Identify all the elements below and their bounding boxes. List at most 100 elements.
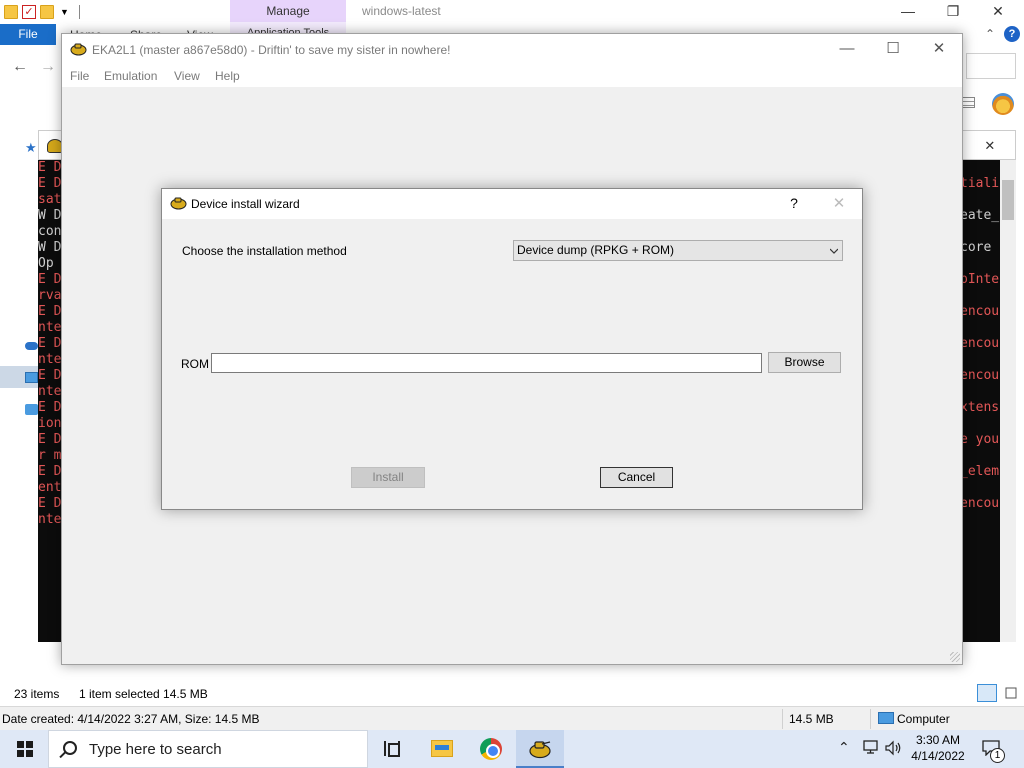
zone-label: Computer (897, 712, 950, 726)
console-line: encou (960, 304, 1000, 319)
large-icons-view-icon[interactable] (1003, 684, 1019, 702)
console-line: E D (38, 464, 62, 479)
scrollbar-thumb[interactable] (1002, 180, 1014, 220)
clock-date: 4/14/2022 (911, 749, 965, 763)
console-line: E D (38, 496, 62, 511)
start-button[interactable] (0, 730, 48, 768)
close-button[interactable]: ✕ (831, 194, 847, 212)
file-details: Date created: 4/14/2022 3:27 AM, Size: 1… (2, 712, 260, 726)
dialog-titlebar: Device install wizard ? ✕ (162, 189, 862, 219)
menu-view[interactable]: View (174, 69, 200, 83)
console-line: ion (38, 416, 62, 431)
windows-logo-icon (17, 741, 33, 757)
tab-manage[interactable]: Manage (230, 0, 346, 22)
taskbar: Type here to search ⌃ 3:30 AM 4/14/2022 … (0, 730, 1024, 768)
forward-arrow-icon[interactable]: → (40, 58, 56, 76)
console-line: nte (38, 384, 62, 399)
back-arrow-icon[interactable]: ← (12, 58, 28, 76)
console-line: E D (38, 432, 62, 447)
layout-icon[interactable] (961, 97, 975, 108)
installation-method-dropdown[interactable]: Device dump (RPKG + ROM) (513, 240, 843, 261)
restore-button[interactable]: ❐ (943, 3, 963, 21)
quick-access-star-icon[interactable]: ★ (25, 140, 38, 155)
app-shell-icon[interactable] (992, 93, 1014, 115)
file-explorer-taskbar-button[interactable] (418, 730, 466, 768)
chevron-up-icon[interactable]: ⌃ (985, 27, 995, 41)
minimize-button[interactable]: — (824, 34, 870, 64)
console-line: E D (38, 160, 62, 175)
console-line: nte (38, 352, 62, 367)
console-line: encou (960, 336, 1000, 351)
installation-method-label: Choose the installation method (182, 244, 347, 258)
console-line: encou (960, 368, 1000, 383)
menu-help[interactable]: Help (215, 69, 240, 83)
close-button[interactable]: ✕ (916, 34, 962, 64)
dialog-title: Device install wizard (191, 197, 300, 211)
eka2l1-taskbar-button[interactable] (516, 730, 564, 768)
volume-icon[interactable] (885, 740, 903, 756)
items-count: 23 items (14, 687, 60, 701)
network-icon[interactable] (25, 404, 38, 415)
items-selected: 1 item selected 14.5 MB (79, 687, 208, 701)
console-line: core (960, 240, 992, 255)
network-icon[interactable] (862, 740, 880, 754)
help-icon[interactable]: ? (1004, 26, 1020, 42)
explorer-search-input[interactable] (966, 53, 1016, 79)
menu-file[interactable]: File (70, 69, 89, 83)
onedrive-cloud-icon[interactable] (25, 342, 38, 350)
console-line: r m (38, 448, 62, 463)
properties-icon[interactable]: ✓ (22, 5, 36, 19)
console-line: eate_ (960, 208, 1000, 223)
console-output-right: tiali eate_ core pInte encou encou encou xtens… (960, 160, 1000, 642)
rom-label: ROM (181, 357, 209, 371)
details-view-icon[interactable] (977, 684, 997, 702)
new-folder-icon[interactable] (40, 5, 54, 19)
resize-grip[interactable] (950, 652, 960, 662)
console-output-left: E DE Dsat W Dcon W D Op E Drva E Dnte E Dnte E… (38, 160, 62, 642)
menu-emulation[interactable]: Emulation (104, 69, 157, 83)
console-line: xtens (960, 400, 1000, 415)
search-placeholder: Type here to search (89, 741, 222, 758)
chrome-icon (480, 738, 502, 760)
task-view-icon (384, 741, 400, 757)
console-line: rva (38, 288, 62, 303)
rom-path-input[interactable] (211, 353, 762, 373)
divider (870, 709, 871, 729)
system-clock[interactable]: 3:30 AM 4/14/2022 (908, 732, 968, 764)
eka2l1-app-icon (170, 197, 187, 210)
console-line: E D (38, 176, 62, 191)
file-size: 14.5 MB (789, 712, 834, 726)
this-pc-icon[interactable] (25, 372, 38, 383)
device-install-wizard-dialog: Device install wizard ? ✕ Choose the ins… (161, 188, 863, 510)
browse-button[interactable]: Browse (768, 352, 841, 373)
eka2l1-app-icon (70, 43, 87, 56)
divider (782, 709, 783, 729)
console-scrollbar[interactable] (1000, 160, 1016, 642)
install-button[interactable]: Install (351, 467, 425, 488)
chrome-taskbar-button[interactable] (467, 730, 515, 768)
toolbar-divider (78, 5, 80, 19)
folder-icon[interactable] (4, 5, 18, 19)
customize-dropdown-icon[interactable]: ▼ (60, 7, 69, 17)
cancel-button[interactable]: Cancel (600, 467, 673, 488)
console-line: E D (38, 368, 62, 383)
task-view-button[interactable] (368, 730, 416, 768)
console-line: ent (38, 480, 62, 495)
taskbar-search-box[interactable]: Type here to search (48, 730, 368, 768)
console-line: sat (38, 192, 62, 207)
minimize-button[interactable]: — (898, 3, 918, 21)
computer-icon (878, 712, 894, 724)
eka2l1-titlebar: EKA2L1 (master a867e58d0) - Driftin' to … (62, 34, 962, 65)
eka2l1-app-icon (529, 741, 551, 759)
console-close-icon[interactable]: ✕ (985, 135, 995, 154)
maximize-button[interactable]: ☐ (870, 34, 916, 64)
tab-file[interactable]: File (0, 24, 56, 45)
console-line: con (38, 224, 62, 239)
explorer-title: windows-latest (362, 4, 441, 18)
show-hidden-icons-chevron-icon[interactable]: ⌃ (838, 739, 850, 756)
close-button[interactable]: ✕ (988, 3, 1008, 21)
help-button[interactable]: ? (786, 195, 802, 211)
